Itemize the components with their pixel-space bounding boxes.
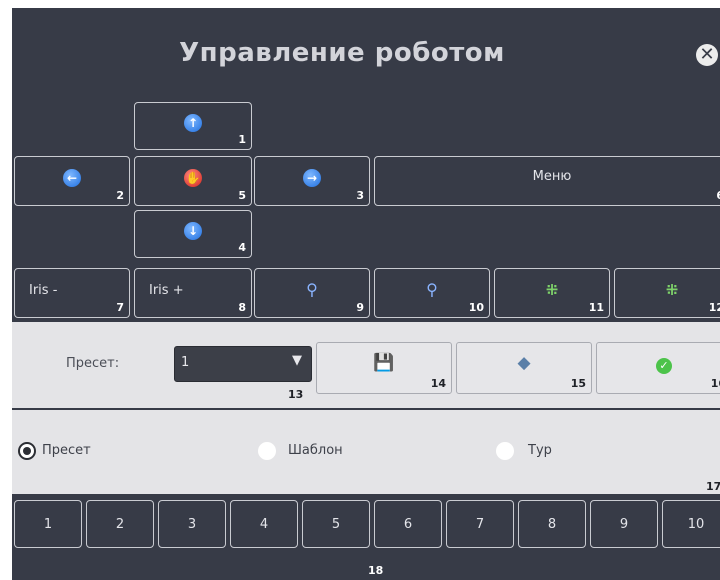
focus-near-button[interactable]: ⚲ 9 xyxy=(254,268,370,318)
preset-number-label: 2 xyxy=(115,516,125,532)
preset-number-label: 8 xyxy=(547,516,557,532)
move-down-button[interactable]: ↓ 4 xyxy=(134,210,252,258)
button-number: 12 xyxy=(708,301,720,314)
save-preset-button[interactable]: 💾 14 xyxy=(316,342,452,394)
preset-number-label: 3 xyxy=(187,516,197,532)
move-up-button[interactable]: ↑ 1 xyxy=(134,102,252,150)
button-number: 11 xyxy=(588,301,604,314)
checkmark-icon: ✓ xyxy=(597,354,720,374)
eraser-icon: ◆ xyxy=(517,353,531,373)
preset-select[interactable]: 1 ▼ xyxy=(174,346,312,382)
preset-number-button[interactable]: 1 xyxy=(14,500,82,548)
preset-number-button[interactable]: 10 xyxy=(662,500,720,548)
preset-number-label: 5 xyxy=(331,516,341,532)
arrow-down-icon: ↓ xyxy=(184,222,202,240)
radio-preset-label: Пресет xyxy=(42,443,91,458)
button-number: 17 xyxy=(706,480,720,493)
focus-key-icon: ⚲ xyxy=(426,280,438,299)
preset-number-button[interactable]: 8 xyxy=(518,500,586,548)
iris-plus-button[interactable]: Iris + 8 xyxy=(134,268,252,318)
arrow-right-icon: → xyxy=(303,169,321,187)
stop-button[interactable]: ✋ 5 xyxy=(134,156,252,206)
button-number: 8 xyxy=(238,301,246,314)
preset-number-button[interactable]: 6 xyxy=(374,500,442,548)
page-title: Управление роботом xyxy=(179,38,505,68)
move-right-button[interactable]: → 3 xyxy=(254,156,370,206)
preset-number-label: 4 xyxy=(259,516,269,532)
mode-section: Пресет Шаблон Тур 17 xyxy=(12,410,720,494)
button-number: 14 xyxy=(430,377,446,390)
button-number: 18 xyxy=(368,564,384,577)
erase-preset-button[interactable]: ◆ 15 xyxy=(456,342,592,394)
radio-template-label: Шаблон xyxy=(288,443,343,458)
move-left-button[interactable]: ← 2 xyxy=(14,156,130,206)
chevron-down-icon: ▼ xyxy=(292,353,302,368)
floppy-save-icon: 💾 xyxy=(373,353,395,373)
zoom-in-grid-icon: ⁜ xyxy=(545,281,559,299)
button-number: 6 xyxy=(716,189,720,202)
stop-hand-icon: ✋ xyxy=(184,169,202,187)
button-number: 15 xyxy=(570,377,586,390)
button-number: 2 xyxy=(116,189,124,202)
preset-number-label: 9 xyxy=(619,516,629,532)
button-number: 5 xyxy=(238,189,246,202)
preset-number-button[interactable]: 7 xyxy=(446,500,514,548)
radio-preset[interactable] xyxy=(18,442,36,460)
preset-number-button[interactable]: 3 xyxy=(158,500,226,548)
zoom-out-grid-icon: ⁜ xyxy=(665,281,679,299)
radio-tour[interactable] xyxy=(496,442,514,460)
preset-number-label: 1 xyxy=(43,516,53,532)
iris-minus-button[interactable]: Iris - 7 xyxy=(14,268,130,318)
button-number: 10 xyxy=(468,301,484,314)
zoom-out-button[interactable]: ⁜ 12 xyxy=(614,268,720,318)
arrow-left-icon: ← xyxy=(63,169,81,187)
robot-control-panel: Управление роботом ✕ ↑ 1 ← 2 ✋ 5 → 3 Мен… xyxy=(12,8,720,580)
preset-number-label: 10 xyxy=(687,516,705,532)
iris-minus-label: Iris - xyxy=(29,282,58,298)
radio-tour-label: Тур xyxy=(528,443,552,458)
button-number: 16 xyxy=(710,377,720,390)
apply-preset-button[interactable]: ✓ 16 xyxy=(596,342,720,394)
preset-number-label: 7 xyxy=(475,516,485,532)
preset-label: Пресет: xyxy=(66,356,120,371)
preset-select-value: 1 xyxy=(181,355,190,370)
button-number: 13 xyxy=(288,388,304,401)
arrow-up-icon: ↑ xyxy=(184,114,202,132)
focus-key-icon: ⚲ xyxy=(306,280,318,299)
close-icon[interactable]: ✕ xyxy=(696,44,718,66)
preset-number-button[interactable]: 2 xyxy=(86,500,154,548)
button-number: 4 xyxy=(238,241,246,254)
preset-number-button[interactable]: 9 xyxy=(590,500,658,548)
zoom-in-button[interactable]: ⁜ 11 xyxy=(494,268,610,318)
menu-button[interactable]: Меню 6 xyxy=(374,156,720,206)
iris-plus-label: Iris + xyxy=(149,282,184,298)
focus-far-button[interactable]: ⚲ 10 xyxy=(374,268,490,318)
preset-number-button[interactable]: 4 xyxy=(230,500,298,548)
button-number: 1 xyxy=(238,133,246,146)
button-number: 3 xyxy=(356,189,364,202)
preset-number-button[interactable]: 5 xyxy=(302,500,370,548)
preset-number-label: 6 xyxy=(403,516,413,532)
preset-section: Пресет: 1 ▼ 13 💾 14 ◆ 15 ✓ 16 xyxy=(12,322,720,408)
menu-label: Меню xyxy=(532,168,572,184)
radio-template[interactable] xyxy=(258,442,276,460)
button-number: 9 xyxy=(356,301,364,314)
button-number: 7 xyxy=(116,301,124,314)
